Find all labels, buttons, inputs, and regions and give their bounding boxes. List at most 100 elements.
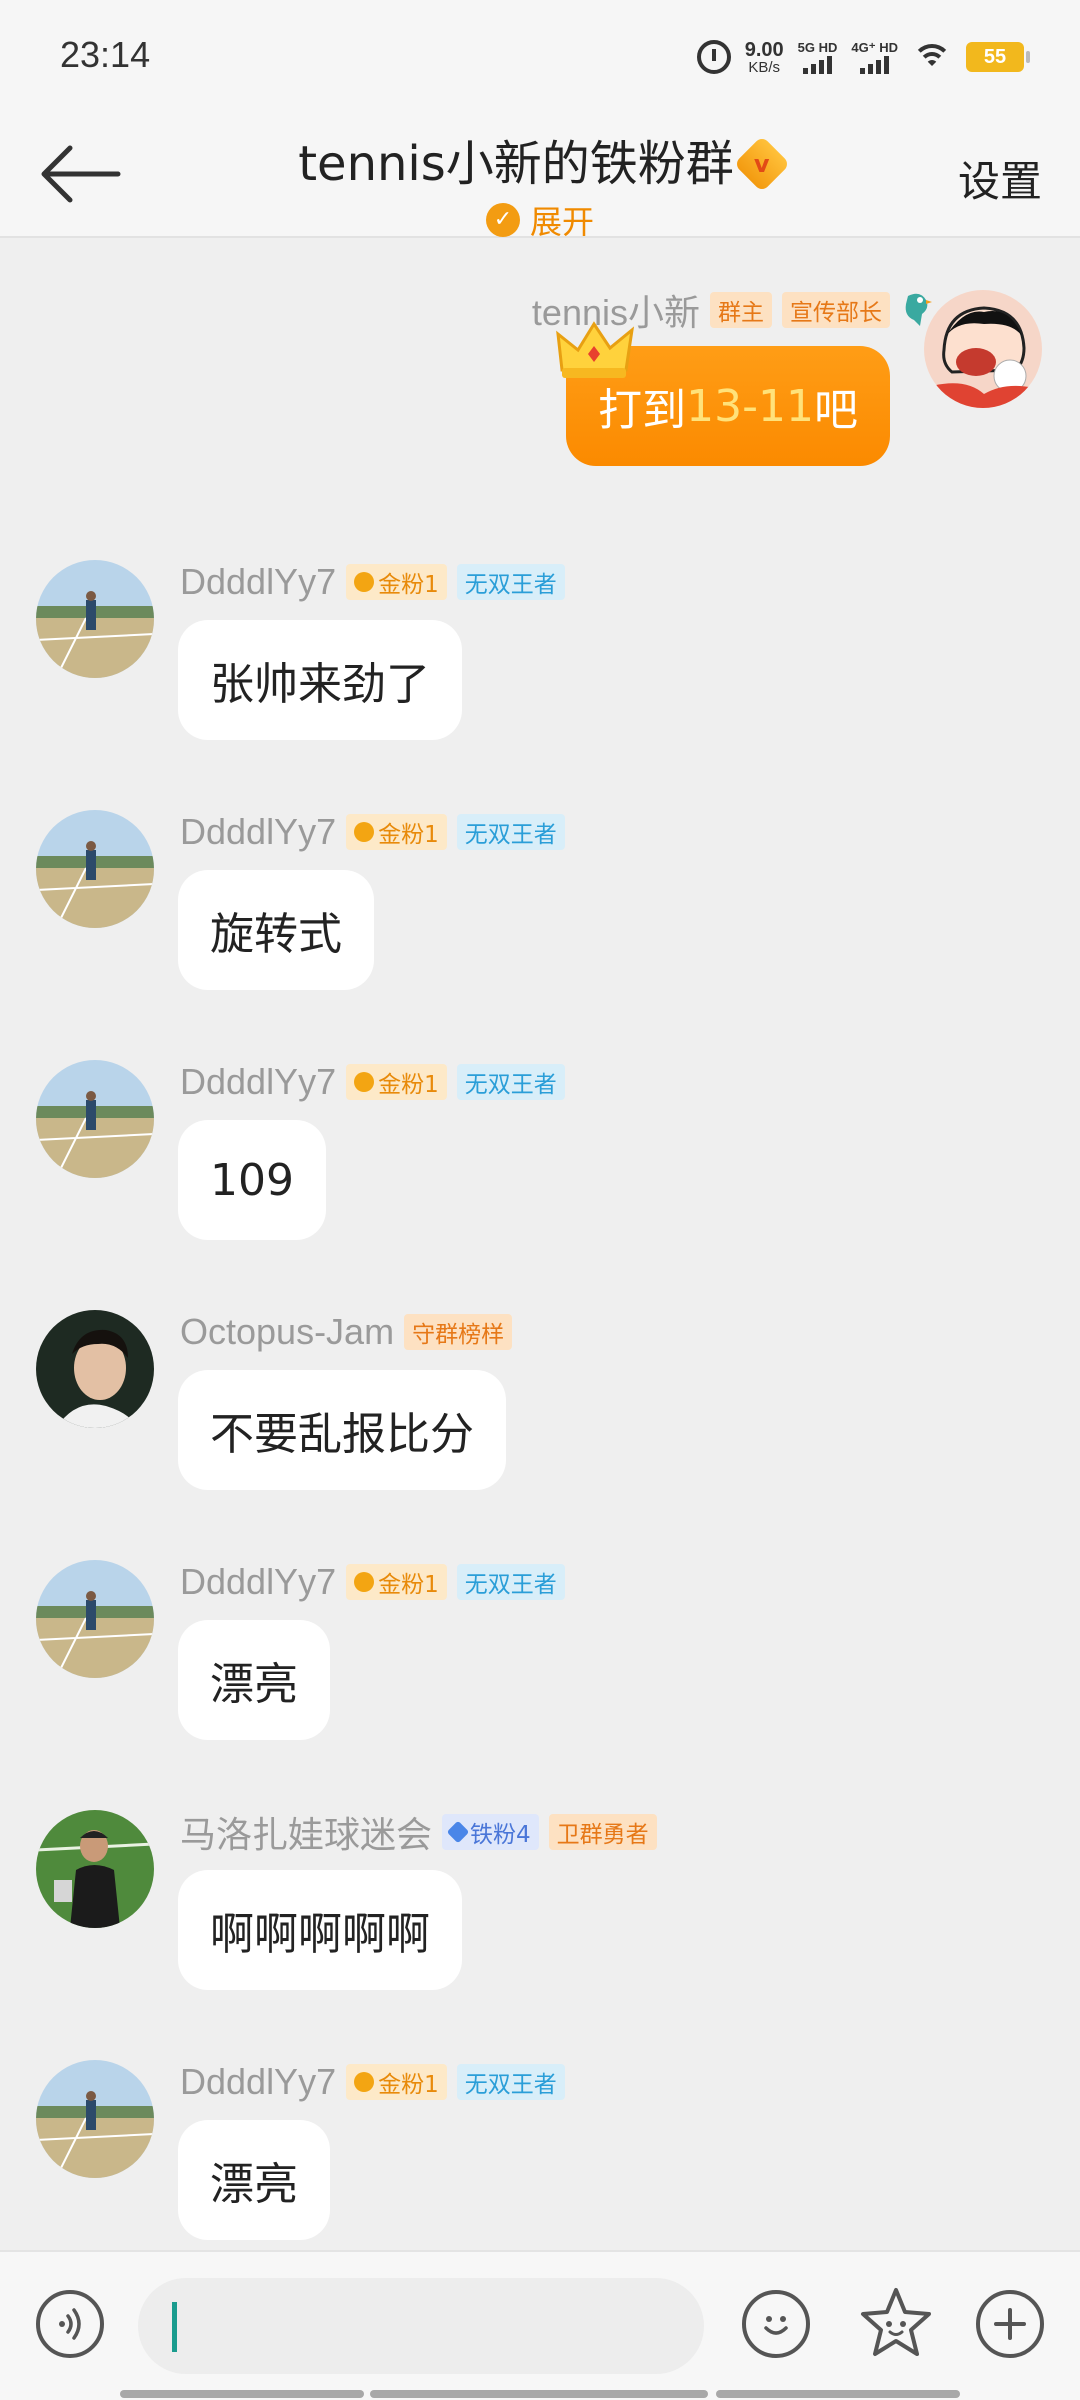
title-badge: 守群榜样 <box>404 1314 513 1350</box>
sender-row: 马洛扎娃球迷会 铁粉4 卫群勇者 <box>180 1812 657 1855</box>
gold-fan-icon <box>354 572 375 592</box>
gesture-bar <box>120 2390 364 2398</box>
avatar[interactable] <box>36 1310 154 1428</box>
expand-label: 展开 <box>529 202 594 241</box>
message-item: DdddlYy7 金粉1 无双王者 109 <box>0 1060 1080 1280</box>
player-avatar-icon <box>36 1810 154 1928</box>
message-item: DdddlYy7 金粉1 无双王者 漂亮 <box>0 1560 1080 1780</box>
cartoon-avatar-icon <box>924 290 1042 408</box>
sticker-button[interactable] <box>856 2284 936 2364</box>
voice-button[interactable] <box>36 2290 104 2358</box>
voice-icon <box>59 2308 81 2340</box>
sender-row: DdddlYy7 金粉1 无双王者 <box>180 1561 565 1603</box>
message-item: DdddlYy7 金粉1 无双王者 旋转式 <box>0 810 1080 1030</box>
avatar[interactable] <box>36 560 154 678</box>
avatar[interactable] <box>36 1810 154 1928</box>
title-badge: 卫群勇者 <box>548 1814 657 1850</box>
role-badge: 宣传部长 <box>782 292 890 328</box>
star-face-icon <box>861 2288 931 2356</box>
message-bubble[interactable]: 漂亮 <box>178 2120 330 2240</box>
network-speed: 9.00 KB/s <box>745 40 784 75</box>
sender-name[interactable]: 马洛扎娃球迷会 <box>180 1806 432 1858</box>
avatar[interactable] <box>36 810 154 928</box>
net-speed-unit: KB/s <box>748 58 781 76</box>
avatar[interactable] <box>36 1560 154 1678</box>
message-text-score: 13-11 <box>686 380 814 432</box>
avatar[interactable] <box>36 2060 154 2178</box>
gesture-bar <box>716 2390 960 2398</box>
message-list[interactable]: tennis小新 群主 宣传部长 打到 13-11 吧 DdddlYy7 金粉1… <box>0 240 1080 2250</box>
sender-row: DdddlYy7 金粉1 无双王者 <box>180 811 565 853</box>
message-composer <box>0 2250 1080 2400</box>
alarm-icon <box>696 40 731 74</box>
avatar[interactable] <box>924 290 1042 408</box>
message-item: DdddlYy7 金粉1 无双王者 漂亮 <box>0 2060 1080 2250</box>
message-bubble[interactable]: 张帅来劲了 <box>178 620 462 740</box>
sim2-label: 4G⁺ HD <box>851 39 898 55</box>
settings-button[interactable]: 设置 <box>958 148 1042 209</box>
fan-level-badge: 金粉1 <box>346 814 447 850</box>
message-text-prefix: 打到 <box>598 385 687 436</box>
chat-header: tennis小新的铁粉群 v ✓ 展开 设置 <box>0 116 1080 241</box>
sender-row: DdddlYy7 金粉1 无双王者 <box>180 561 565 603</box>
message-bubble[interactable]: 漂亮 <box>178 1620 330 1740</box>
message-bubble[interactable]: 109 <box>178 1120 326 1240</box>
avatar[interactable] <box>36 1060 154 1178</box>
group-title[interactable]: tennis小新的铁粉群 v <box>298 136 791 193</box>
plus-icon <box>994 2308 1026 2340</box>
message-item-own: tennis小新 群主 宣传部长 打到 13-11 吧 <box>0 290 1080 510</box>
sender-name[interactable]: DdddlYy7 <box>180 1061 336 1103</box>
net-speed-value: 9.00 <box>744 38 784 61</box>
message-bubble[interactable]: 啊啊啊啊啊 <box>178 1870 462 1990</box>
title-badge: 无双王者 <box>456 564 565 600</box>
gold-fan-icon <box>354 822 375 842</box>
tennis-court-avatar-icon <box>36 810 154 928</box>
iron-fan-icon <box>446 1820 470 1844</box>
sender-name[interactable]: DdddlYy7 <box>180 811 336 853</box>
header-title-area: tennis小新的铁粉群 v ✓ 展开 <box>0 116 1080 243</box>
portrait-avatar-icon <box>36 1310 154 1428</box>
sender-name[interactable]: Octopus-Jam <box>180 1311 394 1353</box>
fan-level-badge: 金粉1 <box>346 2064 447 2100</box>
crown-icon <box>556 321 635 378</box>
message-bubble[interactable]: 旋转式 <box>178 870 374 990</box>
expand-button[interactable]: ✓ 展开 <box>0 197 1080 243</box>
role-badge: 群主 <box>710 292 772 328</box>
fan-level-badge: 金粉1 <box>346 1564 447 1600</box>
emoji-button[interactable] <box>742 2290 810 2358</box>
group-name: tennis小新的铁粉群 <box>298 136 734 192</box>
more-button[interactable] <box>976 2290 1044 2358</box>
sim1-label: 5G HD <box>797 39 838 55</box>
signal-sim1-icon: 5G HD <box>797 39 838 74</box>
sender-row: Octopus-Jam 守群榜样 <box>180 1311 513 1353</box>
fan-level-badge: 金粉1 <box>346 1064 447 1100</box>
message-item: 马洛扎娃球迷会 铁粉4 卫群勇者 啊啊啊啊啊 <box>0 1810 1080 2030</box>
message-input[interactable] <box>138 2278 704 2374</box>
status-bar: 23:14 9.00 KB/s 5G HD 4G⁺ HD 55 <box>0 0 1080 116</box>
title-badge: 无双王者 <box>456 2064 565 2100</box>
message-text-suffix: 吧 <box>814 385 858 436</box>
check-circle-icon: ✓ <box>485 202 520 237</box>
wifi-icon <box>912 42 952 72</box>
battery-icon: 55 <box>966 42 1030 72</box>
status-time: 23:14 <box>60 34 151 75</box>
title-badge: 无双王者 <box>456 1064 565 1100</box>
sender-row: DdddlYy7 金粉1 无双王者 <box>180 1061 565 1103</box>
bird-icon <box>905 293 932 326</box>
gesture-bar <box>370 2390 708 2398</box>
tennis-court-avatar-icon <box>36 2060 154 2178</box>
fan-level-badge: 铁粉4 <box>442 1814 539 1850</box>
sender-row: DdddlYy7 金粉1 无双王者 <box>180 2061 565 2103</box>
title-badge: 无双王者 <box>456 814 565 850</box>
text-cursor <box>172 2302 177 2352</box>
smiley-icon <box>764 2316 788 2335</box>
tennis-court-avatar-icon <box>36 560 154 678</box>
fan-level-badge: 金粉1 <box>346 564 447 600</box>
sender-name[interactable]: DdddlYy7 <box>180 2061 336 2103</box>
gold-fan-icon <box>354 1072 375 1092</box>
tennis-court-avatar-icon <box>36 1560 154 1678</box>
title-badge: 无双王者 <box>456 1564 565 1600</box>
sender-name[interactable]: DdddlYy7 <box>180 561 336 603</box>
sender-name[interactable]: DdddlYy7 <box>180 1561 336 1603</box>
message-bubble[interactable]: 不要乱报比分 <box>178 1370 506 1490</box>
